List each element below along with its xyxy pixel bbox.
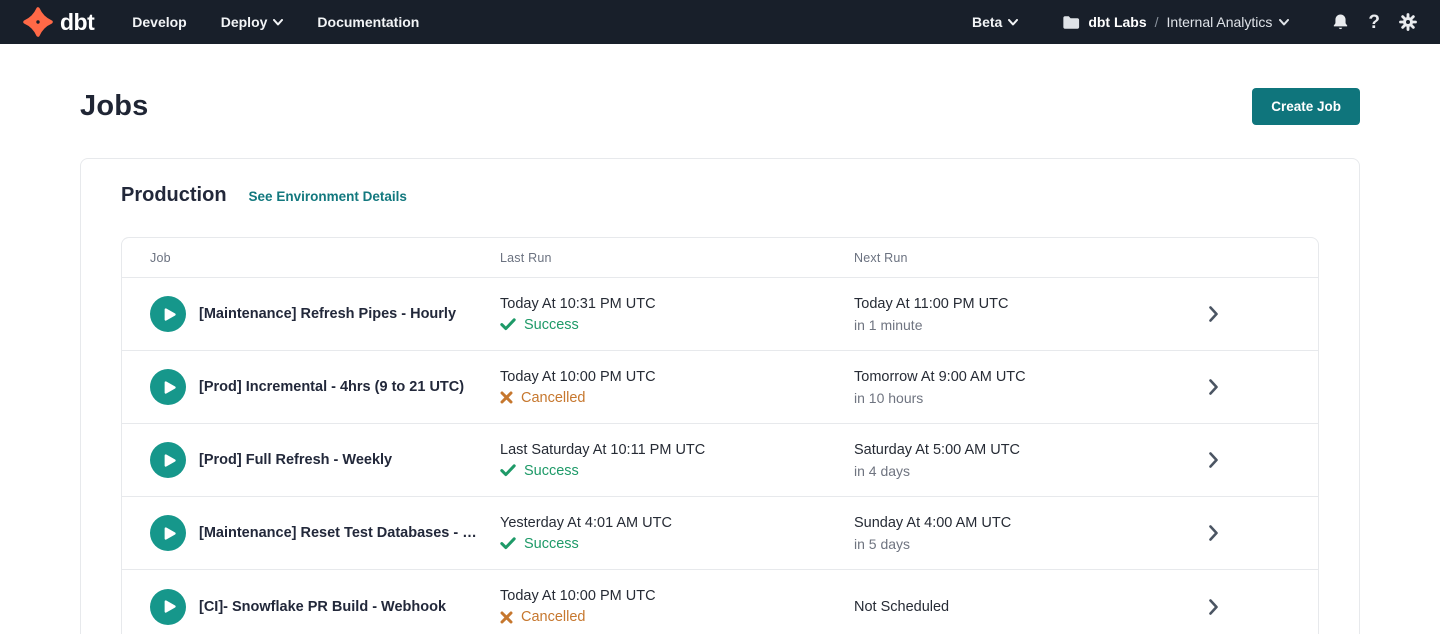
- job-name[interactable]: [Maintenance] Refresh Pipes - Hourly: [199, 306, 476, 322]
- job-name[interactable]: [Maintenance] Reset Test Databases - W…: [199, 525, 500, 541]
- notifications-bell-icon[interactable]: [1331, 12, 1350, 32]
- last-run-time: Today At 10:31 PM UTC: [500, 296, 854, 312]
- row-open-target[interactable]: [1152, 379, 1318, 395]
- environment-title: Production: [121, 184, 227, 207]
- chevron-right-icon: [1209, 379, 1218, 395]
- next-run-time: Tomorrow At 9:00 AM UTC: [854, 369, 1152, 385]
- page-header: Jobs Create Job: [0, 88, 1440, 125]
- breadcrumb-separator: /: [1155, 14, 1159, 30]
- check-icon: [500, 464, 516, 477]
- dbt-logo-text: dbt: [60, 9, 94, 36]
- jobs-table: Job Last Run Next Run [Maintenance] Refr…: [121, 237, 1319, 634]
- column-header-job: Job: [122, 251, 500, 265]
- chevron-down-icon: [1279, 19, 1289, 26]
- beta-dropdown[interactable]: Beta: [972, 14, 1018, 30]
- create-job-button[interactable]: Create Job: [1252, 88, 1360, 125]
- check-icon: [500, 318, 516, 331]
- column-header-last-run: Last Run: [500, 251, 854, 265]
- settings-gear-icon[interactable]: [1398, 12, 1418, 32]
- run-job-play-button[interactable]: [150, 442, 186, 478]
- nav-item-develop[interactable]: Develop: [132, 14, 186, 30]
- next-run-relative: in 1 minute: [854, 317, 1152, 333]
- status: Success: [500, 463, 854, 479]
- page-title: Jobs: [80, 90, 149, 123]
- nav-item-documentation[interactable]: Documentation: [317, 14, 419, 30]
- chevron-down-icon: [1008, 19, 1018, 26]
- run-job-play-button[interactable]: [150, 369, 186, 405]
- chevron-right-icon: [1209, 525, 1218, 541]
- row-open-target[interactable]: [1152, 452, 1318, 468]
- help-icon[interactable]: ?: [1368, 13, 1380, 32]
- table-row[interactable]: [Prod] Incremental - 4hrs (9 to 21 UTC) …: [122, 351, 1318, 424]
- column-header-next-run: Next Run: [854, 251, 1152, 265]
- status-label: Success: [524, 317, 579, 333]
- table-header-row: Job Last Run Next Run: [122, 238, 1318, 278]
- row-open-target[interactable]: [1152, 306, 1318, 322]
- last-run-time: Today At 10:00 PM UTC: [500, 588, 854, 604]
- next-run-relative: in 4 days: [854, 463, 1152, 479]
- table-row[interactable]: [Maintenance] Refresh Pipes - Hourly Tod…: [122, 278, 1318, 351]
- next-run-time: Today At 11:00 PM UTC: [854, 296, 1152, 312]
- job-table-body: [Maintenance] Refresh Pipes - Hourly Tod…: [122, 278, 1318, 634]
- check-icon: [500, 537, 516, 550]
- run-job-play-button[interactable]: [150, 515, 186, 551]
- next-run-relative: in 10 hours: [854, 390, 1152, 406]
- breadcrumb-account[interactable]: dbt Labs: [1088, 14, 1146, 30]
- status: Success: [500, 536, 854, 552]
- breadcrumb: dbt Labs / Internal Analytics: [1062, 14, 1289, 30]
- chevron-right-icon: [1209, 599, 1218, 615]
- job-name[interactable]: [Prod] Incremental - 4hrs (9 to 21 UTC): [199, 379, 484, 395]
- environment-card: Production See Environment Details Job L…: [80, 158, 1360, 634]
- row-open-target[interactable]: [1152, 525, 1318, 541]
- chevron-right-icon: [1209, 452, 1218, 468]
- job-name[interactable]: [CI]- Snowflake PR Build - Webhook: [199, 599, 466, 615]
- next-run-time: Not Scheduled: [854, 599, 1152, 615]
- status: Cancelled: [500, 390, 854, 406]
- last-run-time: Yesterday At 4:01 AM UTC: [500, 515, 854, 531]
- chevron-down-icon: [273, 19, 283, 26]
- status-label: Cancelled: [521, 390, 586, 406]
- table-row[interactable]: [Prod] Full Refresh - Weekly Last Saturd…: [122, 424, 1318, 497]
- see-environment-details-link[interactable]: See Environment Details: [249, 189, 407, 204]
- run-job-play-button[interactable]: [150, 296, 186, 332]
- next-run-time: Sunday At 4:00 AM UTC: [854, 515, 1152, 531]
- next-run-relative: in 5 days: [854, 536, 1152, 552]
- nav-item-deploy[interactable]: Deploy: [221, 14, 284, 30]
- last-run-time: Last Saturday At 10:11 PM UTC: [500, 442, 854, 458]
- dbt-logo[interactable]: dbt: [22, 6, 94, 38]
- folder-icon: [1062, 15, 1080, 30]
- table-row[interactable]: [CI]- Snowflake PR Build - Webhook Today…: [122, 570, 1318, 634]
- table-row[interactable]: [Maintenance] Reset Test Databases - W… …: [122, 497, 1318, 570]
- x-icon: [500, 391, 513, 404]
- status: Success: [500, 317, 854, 333]
- status-label: Success: [524, 536, 579, 552]
- status-label: Cancelled: [521, 609, 586, 625]
- x-icon: [500, 611, 513, 624]
- top-navbar: dbt Develop Deploy Documentation Beta db…: [0, 0, 1440, 44]
- dbt-logo-icon: [22, 6, 54, 38]
- chevron-right-icon: [1209, 306, 1218, 322]
- run-job-play-button[interactable]: [150, 589, 186, 625]
- last-run-time: Today At 10:00 PM UTC: [500, 369, 854, 385]
- status: Cancelled: [500, 609, 854, 625]
- status-label: Success: [524, 463, 579, 479]
- job-name[interactable]: [Prod] Full Refresh - Weekly: [199, 452, 412, 468]
- next-run-time: Saturday At 5:00 AM UTC: [854, 442, 1152, 458]
- row-open-target[interactable]: [1152, 599, 1318, 615]
- breadcrumb-project-dropdown[interactable]: Internal Analytics: [1167, 14, 1290, 30]
